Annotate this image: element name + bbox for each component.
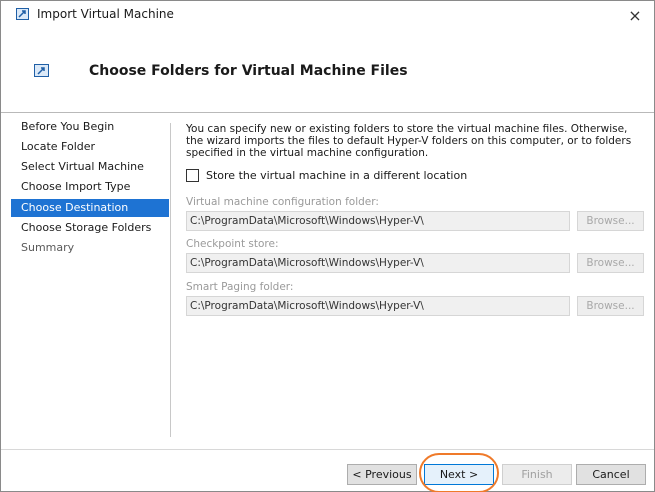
sidebar-divider [170, 123, 171, 437]
step-select-virtual-machine[interactable]: Select Virtual Machine [11, 158, 169, 176]
window-title: Import Virtual Machine [37, 7, 174, 21]
config-folder-browse-button[interactable]: Browse... [577, 211, 644, 231]
checkpoint-store-browse-button[interactable]: Browse... [577, 253, 644, 273]
step-choose-storage-folders[interactable]: Choose Storage Folders [11, 219, 169, 237]
config-folder-input[interactable]: C:\ProgramData\Microsoft\Windows\Hyper-V… [186, 211, 570, 231]
description-text: You can specify new or existing folders … [186, 123, 632, 159]
config-folder-label: Virtual machine configuration folder: [186, 196, 379, 208]
close-icon[interactable]: × [621, 5, 649, 27]
step-locate-folder[interactable]: Locate Folder [11, 138, 169, 156]
footer-divider [1, 449, 654, 450]
hyper-v-import-icon [34, 64, 49, 77]
step-choose-import-type[interactable]: Choose Import Type [11, 178, 169, 196]
next-button[interactable]: Next > [424, 464, 494, 485]
store-different-location-checkbox[interactable] [186, 169, 199, 182]
wizard-header: Choose Folders for Virtual Machine Files [1, 29, 654, 113]
smart-paging-input[interactable]: C:\ProgramData\Microsoft\Windows\Hyper-V… [186, 296, 570, 316]
step-summary[interactable]: Summary [11, 239, 169, 257]
checkpoint-store-input[interactable]: C:\ProgramData\Microsoft\Windows\Hyper-V… [186, 253, 570, 273]
step-choose-destination[interactable]: Choose Destination [11, 199, 169, 217]
smart-paging-label: Smart Paging folder: [186, 281, 294, 293]
cancel-button[interactable]: Cancel [576, 464, 646, 485]
store-different-location-label[interactable]: Store the virtual machine in a different… [206, 169, 467, 182]
smart-paging-browse-button[interactable]: Browse... [577, 296, 644, 316]
checkpoint-store-label: Checkpoint store: [186, 238, 279, 250]
import-vm-window: Import Virtual Machine × Choose Folders … [0, 0, 655, 492]
title-bar: Import Virtual Machine × [1, 1, 654, 29]
page-title: Choose Folders for Virtual Machine Files [89, 63, 408, 79]
step-before-you-begin[interactable]: Before You Begin [11, 118, 169, 136]
finish-button[interactable]: Finish [502, 464, 572, 485]
previous-button[interactable]: < Previous [347, 464, 417, 485]
hyper-v-import-icon [16, 8, 29, 20]
